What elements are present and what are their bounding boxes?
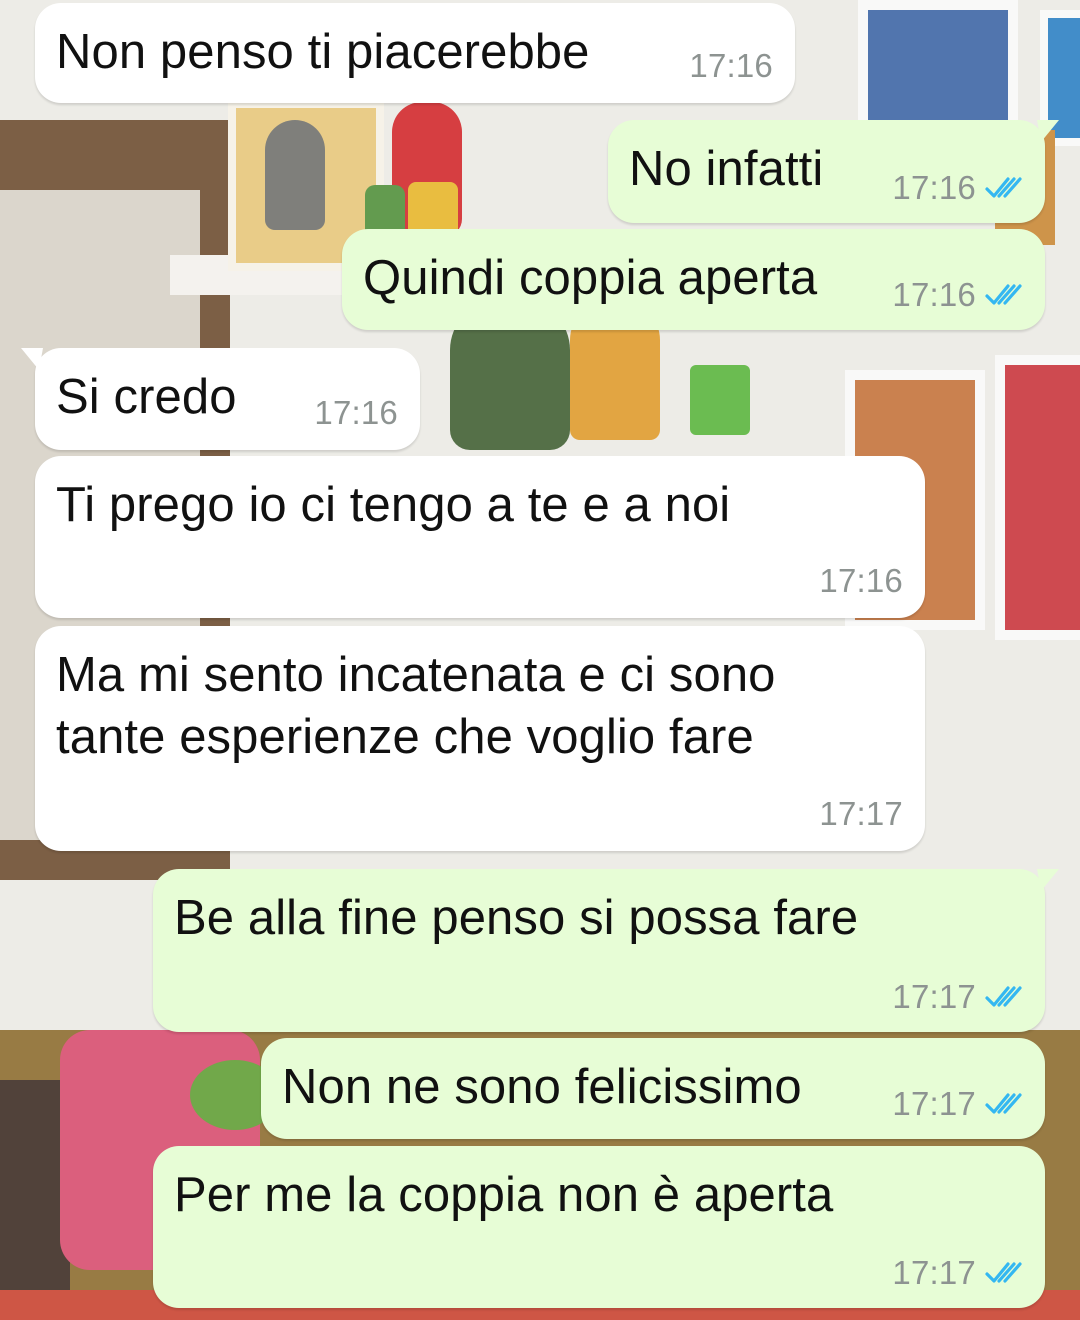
- message-time: 17:16: [819, 562, 903, 599]
- message-text: Be alla fine penso si possa fare: [174, 891, 859, 945]
- bubble-tail: [21, 348, 43, 370]
- message-bubble-outgoing[interactable]: Per me la coppia non è aperta 17:17: [153, 1146, 1045, 1308]
- message-list[interactable]: Non penso ti piacerebbe 17:16 No infatti…: [0, 0, 1080, 1320]
- double-check-icon: [985, 1093, 1022, 1114]
- double-check-icon: [985, 986, 1022, 1007]
- message-bubble-outgoing[interactable]: Quindi coppia aperta 17:16: [342, 229, 1045, 330]
- message-text: Quindi coppia aperta: [363, 251, 818, 305]
- message-time: 17:16: [892, 276, 976, 313]
- message-text: Non penso ti piacerebbe: [56, 25, 590, 79]
- message-time: 17:16: [314, 394, 398, 431]
- message-time: 17:17: [892, 1254, 976, 1291]
- message-text: No infatti: [629, 142, 824, 196]
- message-text: Per me la coppia non è aperta: [174, 1168, 834, 1222]
- double-check-icon: [985, 1262, 1022, 1283]
- message-text: Ma mi sento incatenata e ci sono tante e…: [56, 648, 776, 764]
- bubble-tail: [1037, 869, 1059, 891]
- message-time: 17:17: [892, 978, 976, 1015]
- double-check-icon: [985, 284, 1022, 305]
- message-bubble-incoming[interactable]: Ti prego io ci tengo a te e a noi 17:16: [35, 456, 925, 618]
- message-time: 17:16: [689, 47, 773, 84]
- double-check-icon: [985, 177, 1022, 198]
- message-text: Non ne sono felicissimo: [282, 1060, 802, 1114]
- message-bubble-outgoing[interactable]: Non ne sono felicissimo 17:17: [261, 1038, 1045, 1139]
- message-time: 17:17: [892, 1085, 976, 1122]
- message-text: Ti prego io ci tengo a te e a noi: [56, 478, 731, 532]
- message-bubble-outgoing[interactable]: Be alla fine penso si possa fare 17:17: [153, 869, 1059, 1032]
- message-bubble-incoming[interactable]: Ma mi sento incatenata e ci sono tante e…: [35, 626, 925, 851]
- bubble-tail: [1037, 120, 1059, 142]
- message-text: Si credo: [56, 370, 237, 424]
- message-bubble-incoming[interactable]: Si credo 17:16: [21, 348, 420, 450]
- message-bubble-outgoing[interactable]: No infatti 17:16: [608, 120, 1059, 223]
- message-time: 17:17: [819, 795, 903, 832]
- message-time: 17:16: [892, 169, 976, 206]
- message-bubble-incoming[interactable]: Non penso ti piacerebbe 17:16: [35, 3, 795, 103]
